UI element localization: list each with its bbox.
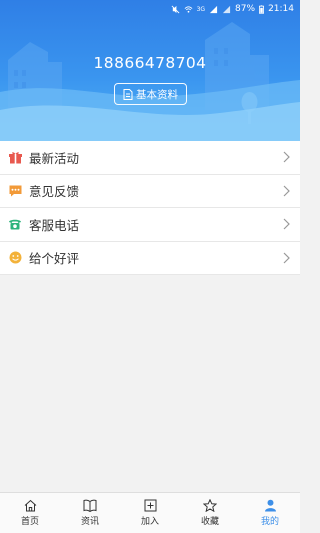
bottom-tab-bar: 首页 资讯 加入 收藏 我的	[0, 492, 300, 533]
battery-icon	[259, 4, 265, 14]
tab-label: 首页	[20, 517, 39, 527]
tab-label: 我的	[260, 517, 279, 527]
tab-label: 资讯	[80, 517, 99, 527]
clock: 21:14	[268, 4, 294, 14]
mute-icon	[171, 5, 179, 13]
document-icon	[123, 88, 133, 100]
star-icon	[203, 499, 217, 512]
person-icon	[264, 499, 276, 512]
gift-icon	[8, 150, 22, 164]
chevron-right-icon	[283, 252, 290, 264]
tab-mine[interactable]: 我的	[240, 493, 300, 533]
menu-item-latest-activity[interactable]: 最新活动	[0, 141, 300, 175]
signal-icon	[209, 5, 218, 13]
menu-item-label: 意见反馈	[29, 184, 80, 200]
network-type: 3G	[196, 5, 206, 13]
menu-item-feedback[interactable]: 意见反馈	[0, 175, 300, 208]
chevron-right-icon	[283, 185, 290, 197]
menu-item-customer-service[interactable]: 客服电话	[0, 208, 300, 242]
tab-favorites[interactable]: 收藏	[180, 493, 240, 533]
wifi-icon	[184, 5, 192, 13]
menu-item-label: 最新活动	[29, 150, 80, 166]
home-icon	[24, 499, 36, 512]
tab-home[interactable]: 首页	[0, 493, 60, 533]
battery-percent: 87%	[235, 4, 256, 14]
user-phone-number: 18866478704	[93, 54, 207, 72]
book-icon	[83, 499, 97, 512]
chevron-right-icon	[283, 151, 290, 163]
signal-2-icon	[222, 5, 231, 13]
chevron-right-icon	[283, 218, 290, 230]
plus-box-icon	[144, 499, 156, 512]
chat-bubble-icon	[8, 184, 22, 198]
telephone-icon	[8, 217, 22, 231]
menu-list: 最新活动 意见反馈 客服电话 给个好评	[0, 141, 300, 275]
smile-icon	[8, 251, 22, 265]
menu-item-rate-us[interactable]: 给个好评	[0, 242, 300, 275]
tab-news[interactable]: 资讯	[60, 493, 120, 533]
tab-label: 加入	[140, 517, 159, 527]
tab-join[interactable]: 加入	[120, 493, 180, 533]
basic-info-button[interactable]: 基本资料	[114, 83, 187, 105]
status-bar: 3G 87% 21:14	[0, 0, 300, 18]
menu-item-label: 客服电话	[29, 217, 80, 233]
profile-header: 3G 87% 21:14 18866478704 基本资料	[0, 0, 300, 141]
menu-item-label: 给个好评	[29, 251, 80, 267]
tab-label: 收藏	[200, 517, 219, 527]
basic-info-label: 基本资料	[136, 88, 178, 101]
